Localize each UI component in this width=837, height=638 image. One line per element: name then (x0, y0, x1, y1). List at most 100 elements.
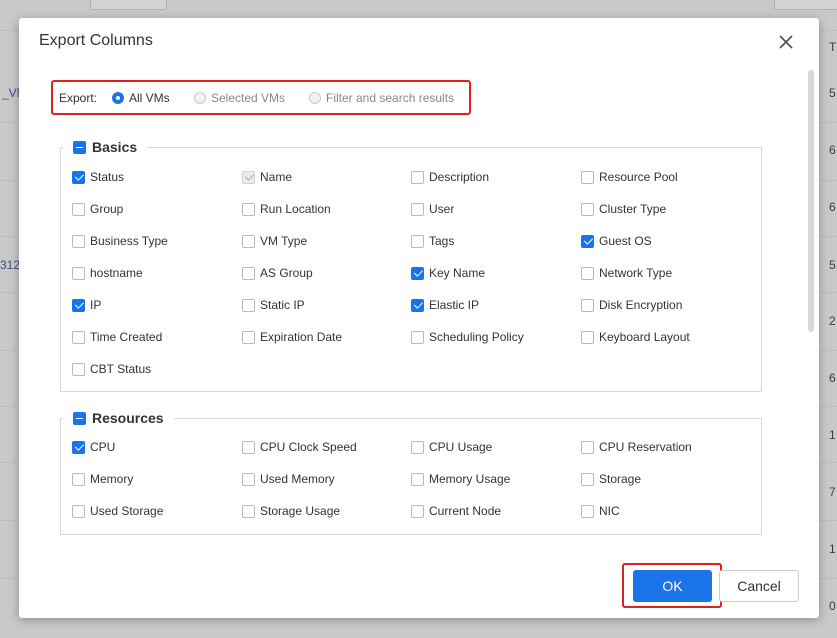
checkbox[interactable] (411, 202, 424, 216)
radio-label: All VMs (129, 91, 170, 105)
checkbox[interactable] (411, 266, 424, 280)
column-option-business-type[interactable]: Business Type (72, 233, 168, 249)
checkbox[interactable] (242, 234, 255, 248)
checkbox-label: Run Location (260, 202, 331, 216)
column-option-elastic-ip[interactable]: Elastic IP (411, 297, 479, 313)
checkbox-label: Status (90, 170, 125, 184)
checkbox[interactable] (581, 266, 594, 280)
column-option-storage[interactable]: Storage (581, 471, 641, 487)
column-option-cluster-type[interactable]: Cluster Type (581, 201, 666, 217)
checkbox[interactable] (242, 472, 255, 486)
checkbox[interactable] (411, 440, 424, 454)
checkbox[interactable] (72, 504, 85, 518)
checkbox[interactable] (581, 330, 594, 344)
column-option-group[interactable]: Group (72, 201, 123, 217)
radio-selected-vms[interactable]: Selected VMs (194, 89, 285, 107)
column-option-ip[interactable]: IP (72, 297, 101, 313)
cancel-button[interactable]: Cancel (719, 570, 799, 602)
column-option-memory[interactable]: Memory (72, 471, 133, 487)
column-option-cpu-reservation[interactable]: CPU Reservation (581, 439, 692, 455)
column-option-vm-type[interactable]: VM Type (242, 233, 307, 249)
column-option-nic[interactable]: NIC (581, 503, 620, 519)
radio-all-vms[interactable]: All VMs (112, 89, 170, 107)
checkbox[interactable] (581, 504, 594, 518)
checkbox[interactable] (72, 298, 85, 312)
column-option-network-type[interactable]: Network Type (581, 265, 672, 281)
checkbox[interactable] (242, 202, 255, 216)
radio-label: Selected VMs (211, 91, 286, 105)
column-option-memory-usage[interactable]: Memory Usage (411, 471, 510, 487)
checkbox[interactable] (411, 298, 424, 312)
close-icon[interactable] (776, 32, 796, 52)
checkbox[interactable] (72, 440, 85, 454)
column-option-cpu-usage[interactable]: CPU Usage (411, 439, 492, 455)
checkbox[interactable] (581, 202, 594, 216)
column-option-scheduling-policy[interactable]: Scheduling Policy (411, 329, 524, 345)
checkbox[interactable] (72, 266, 85, 280)
checkbox-label: Used Memory (260, 472, 335, 486)
column-option-key-name[interactable]: Key Name (411, 265, 485, 281)
checkbox[interactable] (72, 330, 85, 344)
checkbox-label: Network Type (599, 266, 673, 280)
radio-button[interactable] (112, 92, 124, 104)
scrollbar-thumb[interactable] (808, 70, 814, 332)
checkbox[interactable] (242, 298, 255, 312)
background-cell: 6 (829, 371, 836, 385)
checkbox[interactable] (411, 504, 424, 518)
checkbox[interactable] (72, 234, 85, 248)
column-option-disk-encryption[interactable]: Disk Encryption (581, 297, 682, 313)
column-option-cpu-clock-speed[interactable]: CPU Clock Speed (242, 439, 357, 455)
checkbox-label: Storage Usage (260, 504, 341, 518)
column-option-description[interactable]: Description (411, 169, 489, 185)
checkbox[interactable] (72, 170, 85, 184)
checkbox[interactable] (581, 234, 594, 248)
checkbox-label: Expiration Date (260, 330, 343, 344)
checkbox[interactable] (72, 472, 85, 486)
checkbox[interactable] (72, 202, 85, 216)
column-option-cpu[interactable]: CPU (72, 439, 115, 455)
column-option-run-location[interactable]: Run Location (242, 201, 331, 217)
collapse-basics-icon[interactable] (73, 140, 86, 154)
checkbox[interactable] (411, 170, 424, 184)
checkbox[interactable] (242, 504, 255, 518)
radio-filter-results[interactable]: Filter and search results (309, 89, 454, 107)
column-option-resource-pool[interactable]: Resource Pool (581, 169, 678, 185)
checkbox[interactable] (411, 472, 424, 486)
column-option-storage-usage[interactable]: Storage Usage (242, 503, 340, 519)
background-button (90, 0, 167, 10)
column-option-time-created[interactable]: Time Created (72, 329, 162, 345)
column-option-status[interactable]: Status (72, 169, 124, 185)
column-option-used-memory[interactable]: Used Memory (242, 471, 335, 487)
column-option-user[interactable]: User (411, 201, 454, 217)
column-option-cbt-status[interactable]: CBT Status (72, 361, 151, 377)
checkbox[interactable] (411, 330, 424, 344)
background-button (774, 0, 837, 10)
column-option-used-storage[interactable]: Used Storage (72, 503, 163, 519)
collapse-resources-icon[interactable] (73, 411, 86, 425)
ok-button[interactable]: OK (633, 570, 712, 602)
checkbox[interactable] (242, 440, 255, 454)
checkbox-label: Description (429, 170, 490, 184)
column-option-static-ip[interactable]: Static IP (242, 297, 305, 313)
checkbox[interactable] (242, 266, 255, 280)
column-option-expiration-date[interactable]: Expiration Date (242, 329, 342, 345)
checkbox[interactable] (581, 298, 594, 312)
column-option-guest-os[interactable]: Guest OS (581, 233, 652, 249)
column-option-tags[interactable]: Tags (411, 233, 454, 249)
background-cell: 312 (0, 258, 21, 272)
column-option-current-node[interactable]: Current Node (411, 503, 501, 519)
column-option-hostname[interactable]: hostname (72, 265, 143, 281)
checkbox-label: Tags (429, 234, 455, 248)
checkbox[interactable] (581, 440, 594, 454)
checkbox[interactable] (581, 472, 594, 486)
checkbox[interactable] (72, 362, 85, 376)
radio-button[interactable] (309, 92, 321, 104)
column-option-as-group[interactable]: AS Group (242, 265, 313, 281)
export-label: Export: (59, 91, 98, 105)
column-option-keyboard-layout[interactable]: Keyboard Layout (581, 329, 690, 345)
checkbox[interactable] (411, 234, 424, 248)
checkbox[interactable] (581, 170, 594, 184)
background-cell: 7 (829, 485, 836, 499)
radio-button[interactable] (194, 92, 206, 104)
checkbox[interactable] (242, 330, 255, 344)
